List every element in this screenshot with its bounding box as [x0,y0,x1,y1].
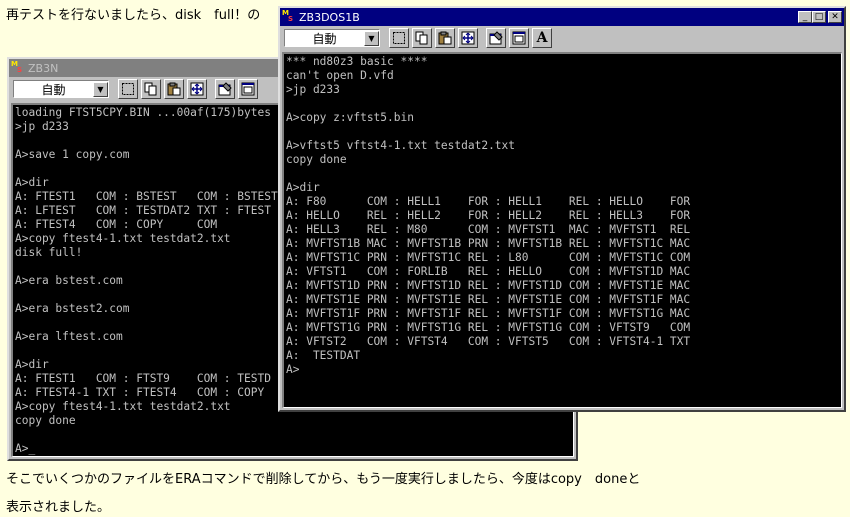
msdos-icon: MS [11,60,23,74]
zb3dos1b-title: ZB3DOS1B [299,10,360,24]
maximize-button[interactable]: □ [812,11,826,23]
zb3dos1b-copy-button[interactable] [412,28,432,48]
zb3n-background-button[interactable] [238,79,258,99]
zb3n-select-button[interactable] [118,79,138,99]
fullscreen-icon [190,82,204,96]
close-button[interactable]: ✕ [828,11,842,23]
zb3dos1b-terminal[interactable]: *** nd80z3 basic **** can't open D.vfd >… [282,52,842,408]
properties-icon [218,82,232,96]
zb3n-copy-button[interactable] [141,79,161,99]
zb3n-mode-select[interactable]: 自動 ▼ [13,80,109,98]
zb3dos1b-toolbar: 自動 ▼ A [280,26,844,50]
zb3dos1b-terminal-output: *** nd80z3 basic **** can't open D.vfd >… [286,55,691,376]
copy-icon [144,82,157,96]
zb3dos1b-titlebar[interactable]: MS ZB3DOS1B _ □ ✕ [280,8,844,26]
zb3dos1b-font-button[interactable]: A [532,28,552,48]
paste-icon [167,82,181,96]
window-controls: _ □ ✕ [798,11,842,23]
background-icon [512,31,526,45]
minimize-button[interactable]: _ [798,11,812,23]
zb3dos1b-paste-button[interactable] [435,28,455,48]
close-icon: ✕ [831,12,839,22]
minimize-icon: _ [802,12,808,22]
paste-icon [438,31,452,45]
zb3n-fullscreen-button[interactable] [187,79,207,99]
zb3dos1b-fullscreen-button[interactable] [458,28,478,48]
msdos-icon: MS [282,9,294,23]
zb3dos1b-mode-value: 自動 [312,31,337,46]
bottom-paragraph-line2: 表示されました。 [6,500,111,515]
zb3dos1b-background-button[interactable] [509,28,529,48]
chevron-down-icon[interactable]: ▼ [93,81,108,97]
zb3dos1b-window[interactable]: MS ZB3DOS1B _ □ ✕ 自動 ▼ A *** nd80z3 basi… [278,6,846,412]
fullscreen-icon [461,31,475,45]
maximize-icon: □ [814,12,824,22]
zb3n-mode-value: 自動 [41,82,66,97]
select-icon [393,32,405,44]
zb3n-properties-button[interactable] [215,79,235,99]
zb3dos1b-properties-button[interactable] [486,28,506,48]
zb3dos1b-select-button[interactable] [389,28,409,48]
chevron-down-icon[interactable]: ▼ [364,30,379,46]
zb3dos1b-mode-select[interactable]: 自動 ▼ [284,29,380,47]
top-paragraph: 再テストを行ないましたら、disk full！の [6,8,261,23]
properties-icon [489,31,503,45]
bottom-paragraph-line1: そこでいくつかのファイルをERAコマンドで削除してから、もう一度実行しましたら、… [6,472,641,487]
zb3n-paste-button[interactable] [164,79,184,99]
font-icon: A [536,30,548,46]
background-icon [241,82,255,96]
select-icon [122,83,134,95]
copy-icon [415,31,428,45]
